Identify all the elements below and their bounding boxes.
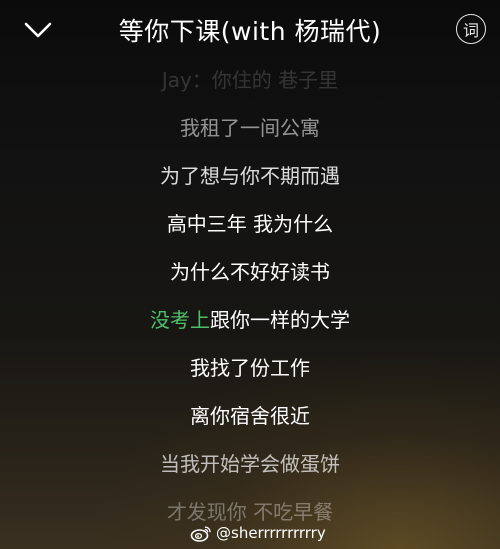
song-title: 等你下课(with 杨瑞代) (118, 17, 382, 46)
lyrics-panel[interactable]: Jay：你住的 巷子里 我租了一间公寓 为了想与你不期而遇 高中三年 我为什么 … (0, 56, 500, 536)
watermark-text: @sherrrrrrrrrry (216, 524, 326, 542)
lyric-line[interactable]: 我找了份工作 (0, 344, 500, 392)
lyric-line[interactable]: 当我开始学会做蛋饼 (0, 440, 500, 488)
current-lyric-sung: 没考上 (150, 308, 210, 332)
chevron-down-icon (24, 22, 52, 38)
lyric-line[interactable]: 我租了一间公寓 (0, 104, 500, 152)
weibo-icon (190, 526, 211, 542)
current-lyric-line[interactable]: 没考上跟你一样的大学 (0, 296, 500, 344)
lyric-line[interactable]: Jay：你住的 巷子里 (0, 56, 500, 104)
current-lyric-unsung: 跟你一样的大学 (210, 308, 350, 332)
player-header: 等你下课(with 杨瑞代) 词 (0, 0, 500, 62)
lyric-line[interactable]: 高中三年 我为什么 (0, 200, 500, 248)
weibo-watermark: @sherrrrrrrrrry (190, 522, 326, 544)
lyric-mode-label: 词 (462, 21, 479, 40)
lyric-mode-button[interactable]: 词 (456, 14, 486, 44)
collapse-button[interactable] (20, 14, 56, 46)
lyric-line[interactable]: 为什么不好好读书 (0, 248, 500, 296)
lyric-line[interactable]: 为了想与你不期而遇 (0, 152, 500, 200)
lyric-line[interactable]: 离你宿舍很近 (0, 392, 500, 440)
